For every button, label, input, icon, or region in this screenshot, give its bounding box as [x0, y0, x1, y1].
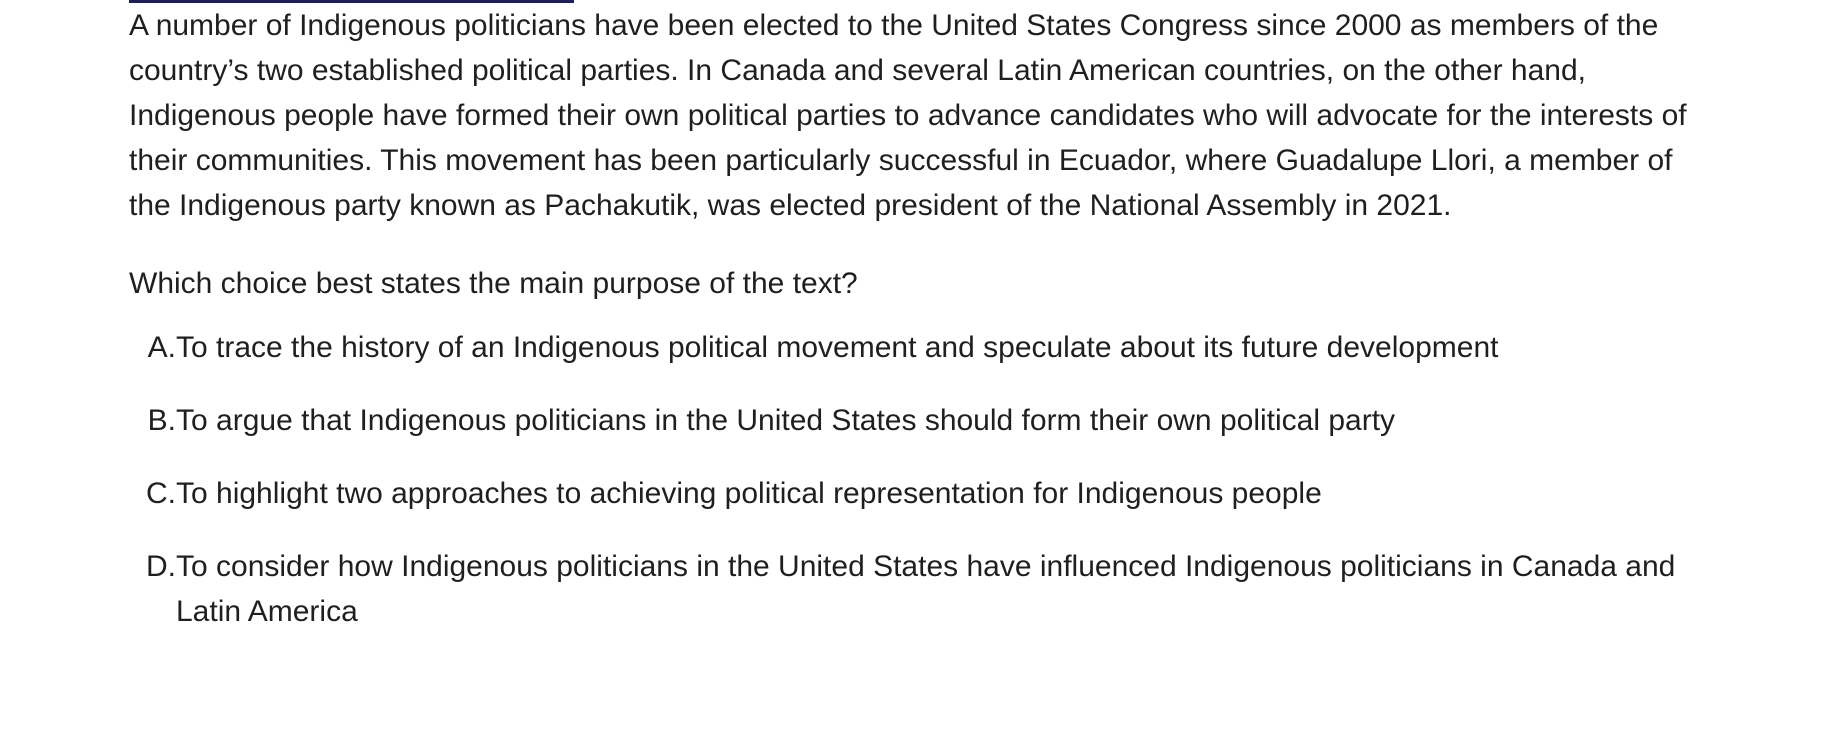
choice-d[interactable]: D To consider how Indigenous politicians…	[129, 544, 1709, 634]
passage-text: A number of Indigenous politicians have …	[129, 9, 1687, 222]
answer-choices: A To trace the history of an Indigenous …	[129, 325, 1709, 634]
choice-a-letter: A	[129, 325, 176, 370]
choice-c-letter: C	[129, 471, 176, 516]
choice-b-text: To argue that Indigenous politicians in …	[176, 404, 1396, 437]
choice-c[interactable]: C To highlight two approaches to achievi…	[129, 471, 1709, 516]
choice-d-letter: D	[129, 544, 176, 634]
choice-b[interactable]: B To argue that Indigenous politicians i…	[129, 398, 1709, 443]
choice-a-text: To trace the history of an Indigenous po…	[176, 331, 1499, 364]
question-prompt: Which choice best states the main purpos…	[129, 267, 858, 300]
choice-c-text: To highlight two approaches to achieving…	[176, 477, 1322, 510]
question-content: A number of Indigenous politicians have …	[129, 3, 1709, 662]
choice-d-text: To consider how Indigenous politicians i…	[176, 550, 1676, 628]
choice-b-letter: B	[129, 398, 176, 443]
choice-a[interactable]: A To trace the history of an Indigenous …	[129, 325, 1709, 370]
